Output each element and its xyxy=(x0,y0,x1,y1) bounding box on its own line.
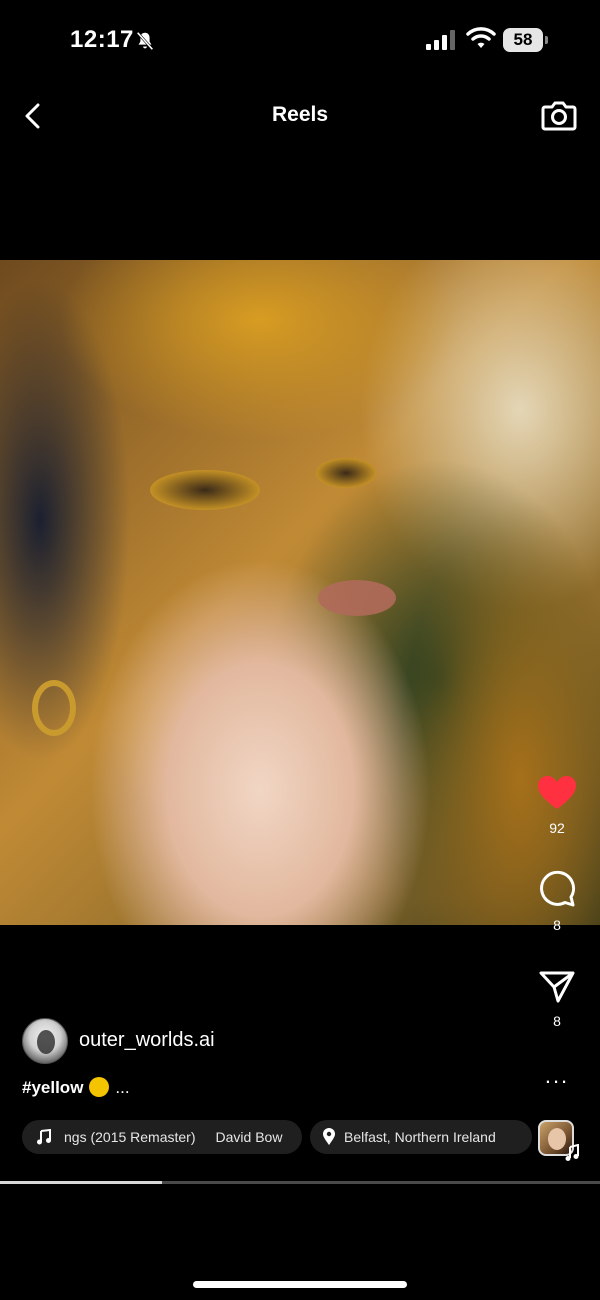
comment-icon[interactable] xyxy=(538,870,576,908)
location-pill[interactable]: Belfast, Northern Ireland xyxy=(310,1120,532,1154)
comment-count: 8 xyxy=(553,917,561,933)
location-pin-icon xyxy=(323,1128,335,1145)
battery-indicator: 58 xyxy=(503,28,549,52)
camera-button[interactable] xyxy=(540,96,578,134)
video-detail xyxy=(32,680,76,736)
video-detail xyxy=(150,470,260,510)
more-options-button[interactable]: ... xyxy=(540,1065,574,1087)
battery-level: 58 xyxy=(513,30,533,49)
bell-off-icon xyxy=(136,31,154,51)
caption-text: #yellow xyxy=(22,1078,84,1097)
send-icon[interactable] xyxy=(538,968,576,1004)
playback-progress-fill xyxy=(0,1181,162,1184)
cellular-signal-icon xyxy=(426,30,455,50)
like-action[interactable]: 92 xyxy=(533,775,581,836)
audio-title: ngs (2015 Remaster) xyxy=(64,1129,196,1145)
avatar-image xyxy=(37,1030,55,1054)
music-note-icon xyxy=(37,1129,51,1145)
username[interactable]: outer_worlds.ai xyxy=(79,1029,215,1052)
battery-nub xyxy=(545,36,548,44)
avatar[interactable] xyxy=(22,1018,68,1064)
wifi-icon xyxy=(466,27,496,48)
playback-progress[interactable] xyxy=(0,1181,600,1184)
page-title: Reels xyxy=(271,103,329,126)
location-text: Belfast, Northern Ireland xyxy=(344,1129,496,1145)
caption-more[interactable]: ... xyxy=(115,1078,129,1097)
caption[interactable]: #yellow... xyxy=(22,1077,130,1098)
share-action[interactable]: 8 xyxy=(533,968,581,1029)
video-detail xyxy=(318,580,396,616)
yellow-circle-emoji-icon xyxy=(89,1077,110,1097)
audio-artist: David Bow xyxy=(215,1129,283,1145)
video-detail xyxy=(316,458,376,488)
audio-track-text: ngs (2015 Remaster) David Bow xyxy=(64,1129,292,1145)
heart-icon[interactable] xyxy=(537,775,577,811)
audio-pill[interactable]: ngs (2015 Remaster) David Bow xyxy=(22,1120,302,1154)
share-count: 8 xyxy=(553,1013,561,1029)
comment-action[interactable]: 8 xyxy=(533,870,581,933)
like-count: 92 xyxy=(549,820,565,836)
music-note-icon xyxy=(565,1144,579,1161)
status-time: 12:17 xyxy=(70,26,134,53)
home-indicator[interactable] xyxy=(193,1281,407,1288)
reel-video[interactable] xyxy=(0,260,600,925)
